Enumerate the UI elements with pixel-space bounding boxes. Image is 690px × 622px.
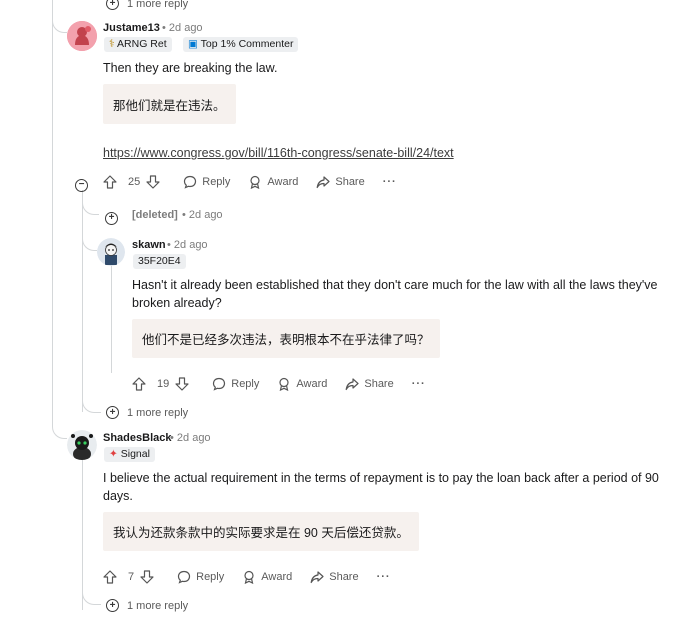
translation-text: 他们不是已经多次违法，表明根本不在乎法律了吗？ (142, 333, 430, 347)
comment-timestamp[interactable]: • 2d ago (162, 22, 203, 34)
upvote-button[interactable] (103, 570, 122, 584)
more-replies-button[interactable]: + 1 more reply (106, 0, 188, 10)
collapse-thread-button[interactable]: − (75, 174, 88, 192)
more-replies-button[interactable]: + 1 more reply (106, 599, 188, 612)
user-flair: ✦ Signal (104, 447, 155, 462)
thread-line-shades (82, 460, 83, 610)
reply-icon (213, 377, 226, 391)
more-replies-label: 1 more reply (127, 0, 189, 10)
share-button[interactable]: Share (316, 175, 365, 189)
comment-actions: 7 Reply Award Share ··· (103, 567, 409, 587)
avatar-icon (97, 238, 125, 266)
comment-body: Then they are breaking the law. (103, 61, 278, 75)
thread-connector (82, 590, 101, 605)
downvote-icon (175, 377, 189, 391)
more-replies-button[interactable]: + 1 more reply (106, 406, 188, 419)
translation-box: 他们不是已经多次违法，表明根本不在乎法律了吗？ (132, 319, 440, 358)
expand-deleted-button[interactable]: + (105, 207, 118, 225)
vote-count: 7 (128, 571, 135, 583)
upvote-button[interactable] (132, 377, 151, 391)
upvote-icon (103, 175, 117, 189)
award-icon (250, 175, 260, 189)
downvote-button[interactable] (175, 377, 194, 391)
upvote-button[interactable] (103, 175, 122, 189)
top-commenter-badge: ▣ Top 1% Commenter (183, 37, 299, 52)
deleted-author: [deleted] (132, 209, 178, 221)
comment-author[interactable]: skawn (132, 239, 166, 251)
collapse-icon: − (75, 178, 88, 192)
comment-timestamp[interactable]: • 2d ago (167, 239, 208, 251)
comment-actions: 19 Reply Award Share ··· (132, 374, 444, 394)
thread-line-justame (82, 190, 83, 412)
downvote-icon (140, 570, 154, 584)
downvote-button[interactable] (146, 175, 165, 189)
user-flair: ⚕ ARNG Ret (104, 37, 172, 52)
thread-connector (82, 398, 101, 413)
thread-connector (52, 14, 67, 33)
avatar-icon (67, 21, 97, 51)
expand-icon: + (106, 0, 119, 10)
thread-connector (82, 200, 99, 215)
thread-connector (52, 420, 67, 439)
reply-button[interactable]: Reply (212, 377, 259, 391)
more-options-button[interactable]: ··· (412, 378, 426, 390)
vote-count: 25 (128, 176, 141, 188)
comment-body: Hasn't it already been established that … (132, 278, 658, 310)
comment-body: I believe the actual requirement in the … (103, 471, 659, 503)
more-replies-label: 1 more reply (127, 599, 189, 612)
user-flair: 35F20E4 (133, 254, 186, 269)
share-button[interactable]: Share (345, 377, 394, 391)
award-icon (279, 377, 289, 391)
reply-button[interactable]: Reply (177, 570, 224, 584)
vote-count: 19 (157, 378, 170, 390)
translation-text: 那他们就是在违法。 (113, 98, 226, 113)
thread-line-skawn (111, 265, 112, 373)
translation-box: 那他们就是在违法。 (103, 84, 236, 124)
share-icon (316, 176, 330, 189)
more-options-button[interactable]: ··· (383, 176, 397, 188)
lightning-icon: ✦ (109, 448, 118, 460)
caduceus-icon: ⚕ (109, 38, 115, 50)
expand-icon: + (106, 406, 119, 419)
reply-button[interactable]: Reply (183, 175, 230, 189)
comment-timestamp[interactable]: • 2d ago (170, 432, 211, 444)
share-icon (345, 378, 359, 391)
upvote-icon (132, 377, 146, 391)
congress-link[interactable]: https://www.congress.gov/bill/116th-cong… (103, 146, 454, 160)
comment-timestamp[interactable]: • 2d ago (182, 209, 223, 221)
avatar[interactable] (67, 430, 97, 460)
share-button[interactable]: Share (310, 570, 359, 584)
award-button[interactable]: Award (277, 377, 327, 391)
translation-box: 我认为还款条款中的实际要求是在 90 天后偿还贷款。 (103, 512, 419, 551)
award-button[interactable]: Award (248, 175, 298, 189)
award-button[interactable]: Award (242, 570, 292, 584)
comment-actions: 25 Reply Award Share ··· (103, 172, 415, 192)
share-icon (310, 571, 324, 584)
expand-icon: + (105, 211, 118, 225)
downvote-icon (146, 175, 160, 189)
award-icon (244, 570, 254, 584)
more-options-button[interactable]: ··· (377, 571, 391, 583)
expand-icon: + (106, 599, 119, 612)
badge-icon: ▣ (188, 38, 198, 50)
more-replies-label: 1 more reply (127, 406, 189, 419)
thread-line-root (52, 0, 53, 425)
upvote-icon (103, 570, 117, 584)
comment-author[interactable]: ShadesBlack (103, 432, 171, 444)
reply-icon (184, 175, 197, 189)
reply-icon (178, 570, 191, 584)
avatar[interactable] (97, 238, 125, 266)
comment-author[interactable]: Justame13 (103, 22, 160, 34)
avatar-icon (67, 430, 97, 460)
thread-connector (82, 230, 97, 251)
avatar[interactable] (67, 21, 97, 51)
translation-text: 我认为还款条款中的实际要求是在 90 天后偿还贷款。 (113, 526, 409, 540)
downvote-button[interactable] (140, 570, 159, 584)
